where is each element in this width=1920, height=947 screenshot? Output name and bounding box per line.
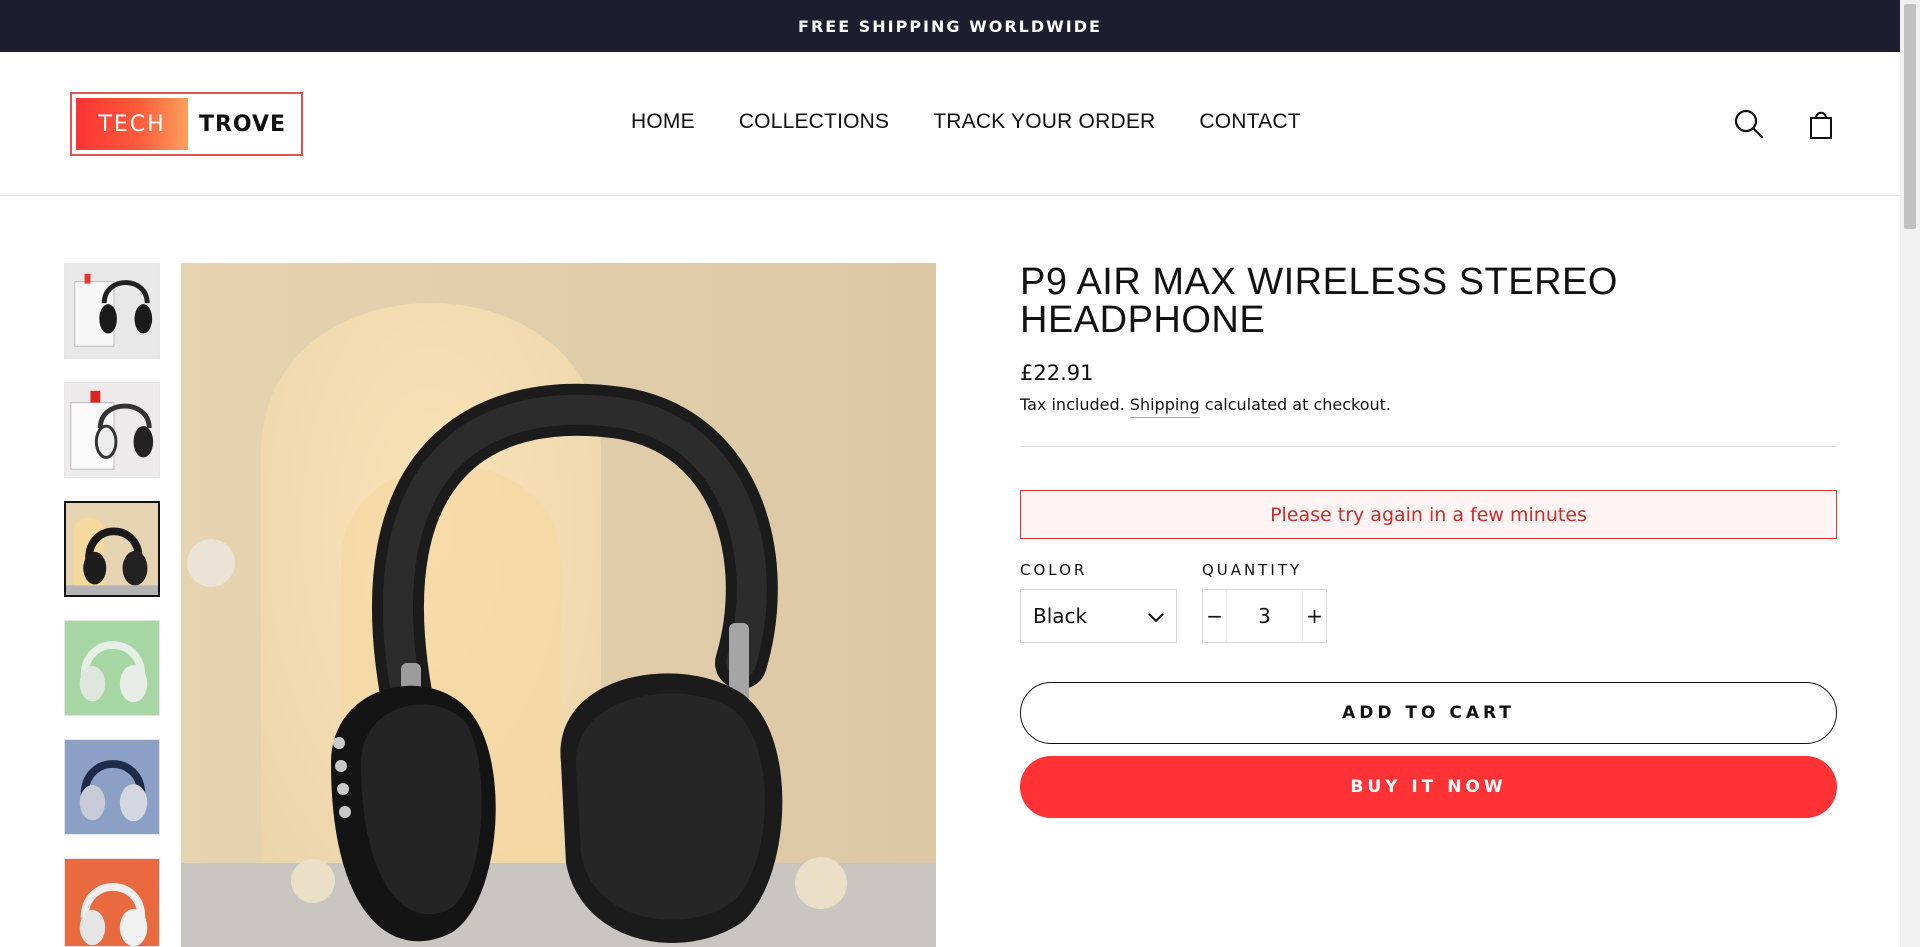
add-to-cart-button[interactable]: ADD TO CART [1020, 682, 1837, 744]
announcement-text: FREE SHIPPING WORLDWIDE [798, 16, 1102, 36]
product-title: P9 AIR MAX WIRELESS STEREO HEADPHONE [1020, 261, 1618, 341]
cart-icon[interactable] [1805, 108, 1837, 140]
color-label: COLOR [1020, 561, 1088, 579]
tax-suffix: calculated at checkout. [1204, 395, 1392, 414]
nav-contact[interactable]: CONTACT [1199, 110, 1300, 134]
announcement-bar: FREE SHIPPING WORLDWIDE [0, 0, 1900, 52]
thumbnail-5[interactable] [64, 739, 160, 835]
product-info: P9 AIR MAX WIRELESS STEREO HEADPHONE £22… [1020, 263, 1837, 818]
search-icon[interactable] [1733, 108, 1765, 140]
main-nav: HOME COLLECTIONS TRACK YOUR ORDER CONTAC… [631, 110, 1301, 134]
quantity-label: QUANTITY [1202, 561, 1303, 579]
thumbnail-2[interactable] [64, 382, 160, 478]
color-option: COLOR Black [1020, 561, 1177, 643]
color-select[interactable]: Black [1020, 589, 1177, 643]
thumbnail-3[interactable] [64, 501, 160, 597]
nav-collections[interactable]: COLLECTIONS [739, 110, 889, 134]
page-scrollbar[interactable] [1900, 0, 1920, 947]
thumbnail-1[interactable] [64, 263, 160, 359]
product-options: COLOR Black QUANTITY − + [1020, 561, 1837, 643]
site-header: TECH TROVE HOME COLLECTIONS TRACK YOUR O… [0, 52, 1900, 196]
thumbnail-6[interactable] [64, 858, 160, 947]
logo-right-text: TROVE [198, 111, 287, 137]
store-logo[interactable]: TECH TROVE [70, 92, 303, 156]
error-text: Please try again in a few minutes [1270, 503, 1587, 526]
error-message: Please try again in a few minutes [1020, 490, 1837, 539]
tax-prefix: Tax included. [1020, 395, 1125, 414]
quantity-increase-button[interactable]: + [1303, 590, 1326, 642]
logo-left-block: TECH [76, 98, 188, 150]
quantity-stepper: − + [1202, 589, 1327, 643]
thumbnail-4[interactable] [64, 620, 160, 716]
chevron-down-icon [1148, 604, 1164, 628]
shipping-link[interactable]: Shipping [1129, 395, 1200, 418]
main-product-image[interactable] [181, 263, 936, 947]
divider [1020, 446, 1837, 447]
scrollbar-thumb[interactable] [1904, 4, 1916, 229]
quantity-decrease-button[interactable]: − [1203, 590, 1226, 642]
quantity-option: QUANTITY − + [1202, 561, 1327, 643]
quantity-input[interactable] [1226, 590, 1303, 642]
buy-now-button[interactable]: BUY IT NOW [1020, 756, 1837, 818]
color-value: Black [1033, 604, 1088, 628]
tax-note: Tax included. Shipping calculated at che… [1020, 395, 1837, 418]
product-price: £22.91 [1020, 361, 1094, 385]
nav-track-order[interactable]: TRACK YOUR ORDER [933, 110, 1155, 134]
nav-home[interactable]: HOME [631, 110, 695, 134]
